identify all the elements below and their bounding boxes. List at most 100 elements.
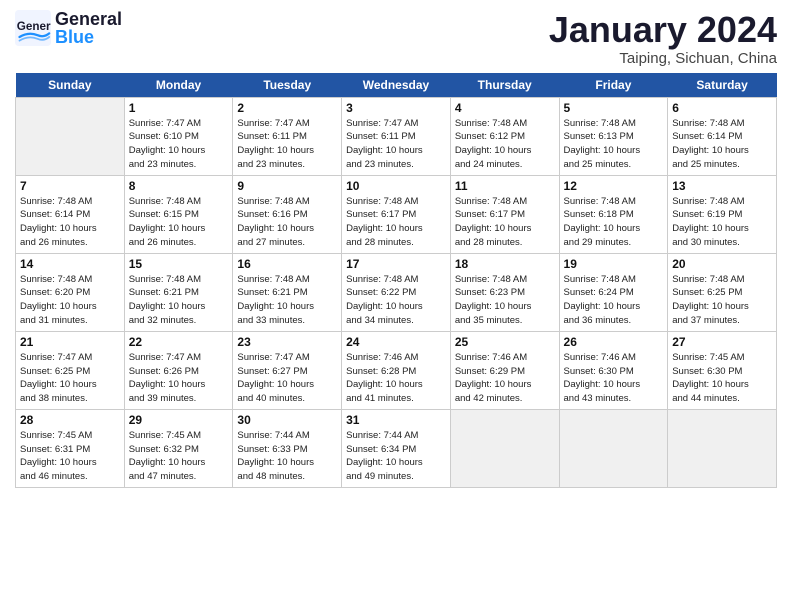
day-info: Sunrise: 7:45 AM Sunset: 6:31 PM Dayligh… bbox=[20, 429, 120, 484]
day-info: Sunrise: 7:48 AM Sunset: 6:18 PM Dayligh… bbox=[564, 195, 664, 250]
calendar-cell bbox=[668, 409, 777, 487]
day-info: Sunrise: 7:47 AM Sunset: 6:11 PM Dayligh… bbox=[237, 117, 337, 172]
day-number: 9 bbox=[237, 179, 337, 193]
day-number: 4 bbox=[455, 101, 555, 115]
day-number: 7 bbox=[20, 179, 120, 193]
calendar-cell: 11Sunrise: 7:48 AM Sunset: 6:17 PM Dayli… bbox=[450, 175, 559, 253]
day-number: 27 bbox=[672, 335, 772, 349]
calendar-cell: 17 Sunrise: 7:48 AM Sunset: 6:22 PM Dayli… bbox=[342, 253, 451, 331]
day-number: 2 bbox=[237, 101, 337, 115]
calendar-cell: 18 Sunrise: 7:48 AM Sunset: 6:23 PM Dayli… bbox=[450, 253, 559, 331]
day-number: 20 bbox=[672, 257, 772, 271]
weekday-header-row: SundayMondayTuesdayWednesdayThursdayFrid… bbox=[16, 73, 777, 98]
day-info: Sunrise: 7:48 AM Sunset: 6:19 PM Dayligh… bbox=[672, 195, 772, 250]
calendar-cell: 10Sunrise: 7:48 AM Sunset: 6:17 PM Dayli… bbox=[342, 175, 451, 253]
weekday-header-monday: Monday bbox=[124, 73, 233, 98]
day-number: 16 bbox=[237, 257, 337, 271]
day-number: 12 bbox=[564, 179, 664, 193]
day-number: 14 bbox=[20, 257, 120, 271]
day-number: 29 bbox=[129, 413, 229, 427]
day-info: Sunrise: 7:48 AM Sunset: 6:21 PM Dayligh… bbox=[237, 273, 337, 328]
day-number: 5 bbox=[564, 101, 664, 115]
logo-top: General General Blue bbox=[15, 10, 122, 46]
calendar-table: SundayMondayTuesdayWednesdayThursdayFrid… bbox=[15, 73, 777, 488]
calendar-cell: 23Sunrise: 7:47 AM Sunset: 6:27 PM Dayli… bbox=[233, 331, 342, 409]
calendar-cell: 5 Sunrise: 7:48 AM Sunset: 6:13 PM Daylig… bbox=[559, 97, 668, 175]
calendar-cell: 26Sunrise: 7:46 AM Sunset: 6:30 PM Dayli… bbox=[559, 331, 668, 409]
day-number: 18 bbox=[455, 257, 555, 271]
weekday-header-saturday: Saturday bbox=[668, 73, 777, 98]
calendar-cell: 22 Sunrise: 7:47 AM Sunset: 6:26 PM Dayli… bbox=[124, 331, 233, 409]
calendar-week-5: 28 Sunrise: 7:45 AM Sunset: 6:31 PM Dayli… bbox=[16, 409, 777, 487]
calendar-cell: 4 Sunrise: 7:48 AM Sunset: 6:12 PM Daylig… bbox=[450, 97, 559, 175]
day-number: 19 bbox=[564, 257, 664, 271]
calendar-cell: 6Sunrise: 7:48 AM Sunset: 6:14 PM Daylig… bbox=[668, 97, 777, 175]
calendar-cell: 20 Sunrise: 7:48 AM Sunset: 6:25 PM Dayli… bbox=[668, 253, 777, 331]
day-number: 24 bbox=[346, 335, 446, 349]
day-info: Sunrise: 7:47 AM Sunset: 6:25 PM Dayligh… bbox=[20, 351, 120, 406]
day-info: Sunrise: 7:48 AM Sunset: 6:25 PM Dayligh… bbox=[672, 273, 772, 328]
logo: General General Blue bbox=[15, 10, 122, 46]
day-info: Sunrise: 7:48 AM Sunset: 6:17 PM Dayligh… bbox=[455, 195, 555, 250]
calendar-cell: 2 Sunrise: 7:47 AM Sunset: 6:11 PM Daylig… bbox=[233, 97, 342, 175]
day-number: 23 bbox=[237, 335, 337, 349]
day-info: Sunrise: 7:44 AM Sunset: 6:34 PM Dayligh… bbox=[346, 429, 446, 484]
calendar-cell: 3 Sunrise: 7:47 AM Sunset: 6:11 PM Daylig… bbox=[342, 97, 451, 175]
day-number: 28 bbox=[20, 413, 120, 427]
weekday-header-tuesday: Tuesday bbox=[233, 73, 342, 98]
calendar-week-3: 14 Sunrise: 7:48 AM Sunset: 6:20 PM Dayli… bbox=[16, 253, 777, 331]
day-info: Sunrise: 7:45 AM Sunset: 6:30 PM Dayligh… bbox=[672, 351, 772, 406]
general-blue-icon: General bbox=[15, 10, 51, 46]
svg-text:General: General bbox=[17, 20, 51, 33]
header: General General Blue January 2024 Taipin… bbox=[15, 10, 777, 67]
weekday-header-friday: Friday bbox=[559, 73, 668, 98]
day-number: 25 bbox=[455, 335, 555, 349]
day-info: Sunrise: 7:48 AM Sunset: 6:23 PM Dayligh… bbox=[455, 273, 555, 328]
day-info: Sunrise: 7:48 AM Sunset: 6:17 PM Dayligh… bbox=[346, 195, 446, 250]
calendar-cell: 28 Sunrise: 7:45 AM Sunset: 6:31 PM Dayli… bbox=[16, 409, 125, 487]
calendar-cell: 7 Sunrise: 7:48 AM Sunset: 6:14 PM Daylig… bbox=[16, 175, 125, 253]
day-info: Sunrise: 7:47 AM Sunset: 6:26 PM Dayligh… bbox=[129, 351, 229, 406]
day-info: Sunrise: 7:48 AM Sunset: 6:24 PM Dayligh… bbox=[564, 273, 664, 328]
day-number: 21 bbox=[20, 335, 120, 349]
calendar-cell: 29 Sunrise: 7:45 AM Sunset: 6:32 PM Dayli… bbox=[124, 409, 233, 487]
calendar-cell: 30Sunrise: 7:44 AM Sunset: 6:33 PM Dayli… bbox=[233, 409, 342, 487]
day-number: 17 bbox=[346, 257, 446, 271]
day-info: Sunrise: 7:46 AM Sunset: 6:28 PM Dayligh… bbox=[346, 351, 446, 406]
day-info: Sunrise: 7:44 AM Sunset: 6:33 PM Dayligh… bbox=[237, 429, 337, 484]
location: Taiping, Sichuan, China bbox=[549, 50, 777, 67]
calendar-week-1: 1 Sunrise: 7:47 AM Sunset: 6:10 PM Daylig… bbox=[16, 97, 777, 175]
day-info: Sunrise: 7:48 AM Sunset: 6:20 PM Dayligh… bbox=[20, 273, 120, 328]
logo-general-text: General bbox=[55, 10, 122, 28]
weekday-header-sunday: Sunday bbox=[16, 73, 125, 98]
weekday-header-thursday: Thursday bbox=[450, 73, 559, 98]
day-info: Sunrise: 7:48 AM Sunset: 6:13 PM Dayligh… bbox=[564, 117, 664, 172]
day-info: Sunrise: 7:45 AM Sunset: 6:32 PM Dayligh… bbox=[129, 429, 229, 484]
calendar-week-2: 7 Sunrise: 7:48 AM Sunset: 6:14 PM Daylig… bbox=[16, 175, 777, 253]
calendar-cell: 19 Sunrise: 7:48 AM Sunset: 6:24 PM Dayli… bbox=[559, 253, 668, 331]
calendar-cell bbox=[559, 409, 668, 487]
day-info: Sunrise: 7:47 AM Sunset: 6:10 PM Dayligh… bbox=[129, 117, 229, 172]
day-info: Sunrise: 7:48 AM Sunset: 6:21 PM Dayligh… bbox=[129, 273, 229, 328]
calendar-cell: 21 Sunrise: 7:47 AM Sunset: 6:25 PM Dayli… bbox=[16, 331, 125, 409]
day-info: Sunrise: 7:47 AM Sunset: 6:11 PM Dayligh… bbox=[346, 117, 446, 172]
calendar-cell: 12 Sunrise: 7:48 AM Sunset: 6:18 PM Dayli… bbox=[559, 175, 668, 253]
logo-name: General Blue bbox=[55, 10, 122, 46]
day-info: Sunrise: 7:48 AM Sunset: 6:22 PM Dayligh… bbox=[346, 273, 446, 328]
day-number: 22 bbox=[129, 335, 229, 349]
calendar-cell: 27 Sunrise: 7:45 AM Sunset: 6:30 PM Dayli… bbox=[668, 331, 777, 409]
day-number: 13 bbox=[672, 179, 772, 193]
day-info: Sunrise: 7:48 AM Sunset: 6:12 PM Dayligh… bbox=[455, 117, 555, 172]
day-number: 1 bbox=[129, 101, 229, 115]
day-number: 26 bbox=[564, 335, 664, 349]
day-number: 3 bbox=[346, 101, 446, 115]
calendar-cell bbox=[450, 409, 559, 487]
calendar-cell bbox=[16, 97, 125, 175]
calendar-cell: 1 Sunrise: 7:47 AM Sunset: 6:10 PM Daylig… bbox=[124, 97, 233, 175]
calendar-cell: 24 Sunrise: 7:46 AM Sunset: 6:28 PM Dayli… bbox=[342, 331, 451, 409]
day-info: Sunrise: 7:48 AM Sunset: 6:14 PM Dayligh… bbox=[672, 117, 772, 172]
logo-blue-text: Blue bbox=[55, 28, 122, 46]
day-number: 8 bbox=[129, 179, 229, 193]
calendar-week-4: 21 Sunrise: 7:47 AM Sunset: 6:25 PM Dayli… bbox=[16, 331, 777, 409]
day-info: Sunrise: 7:48 AM Sunset: 6:14 PM Dayligh… bbox=[20, 195, 120, 250]
